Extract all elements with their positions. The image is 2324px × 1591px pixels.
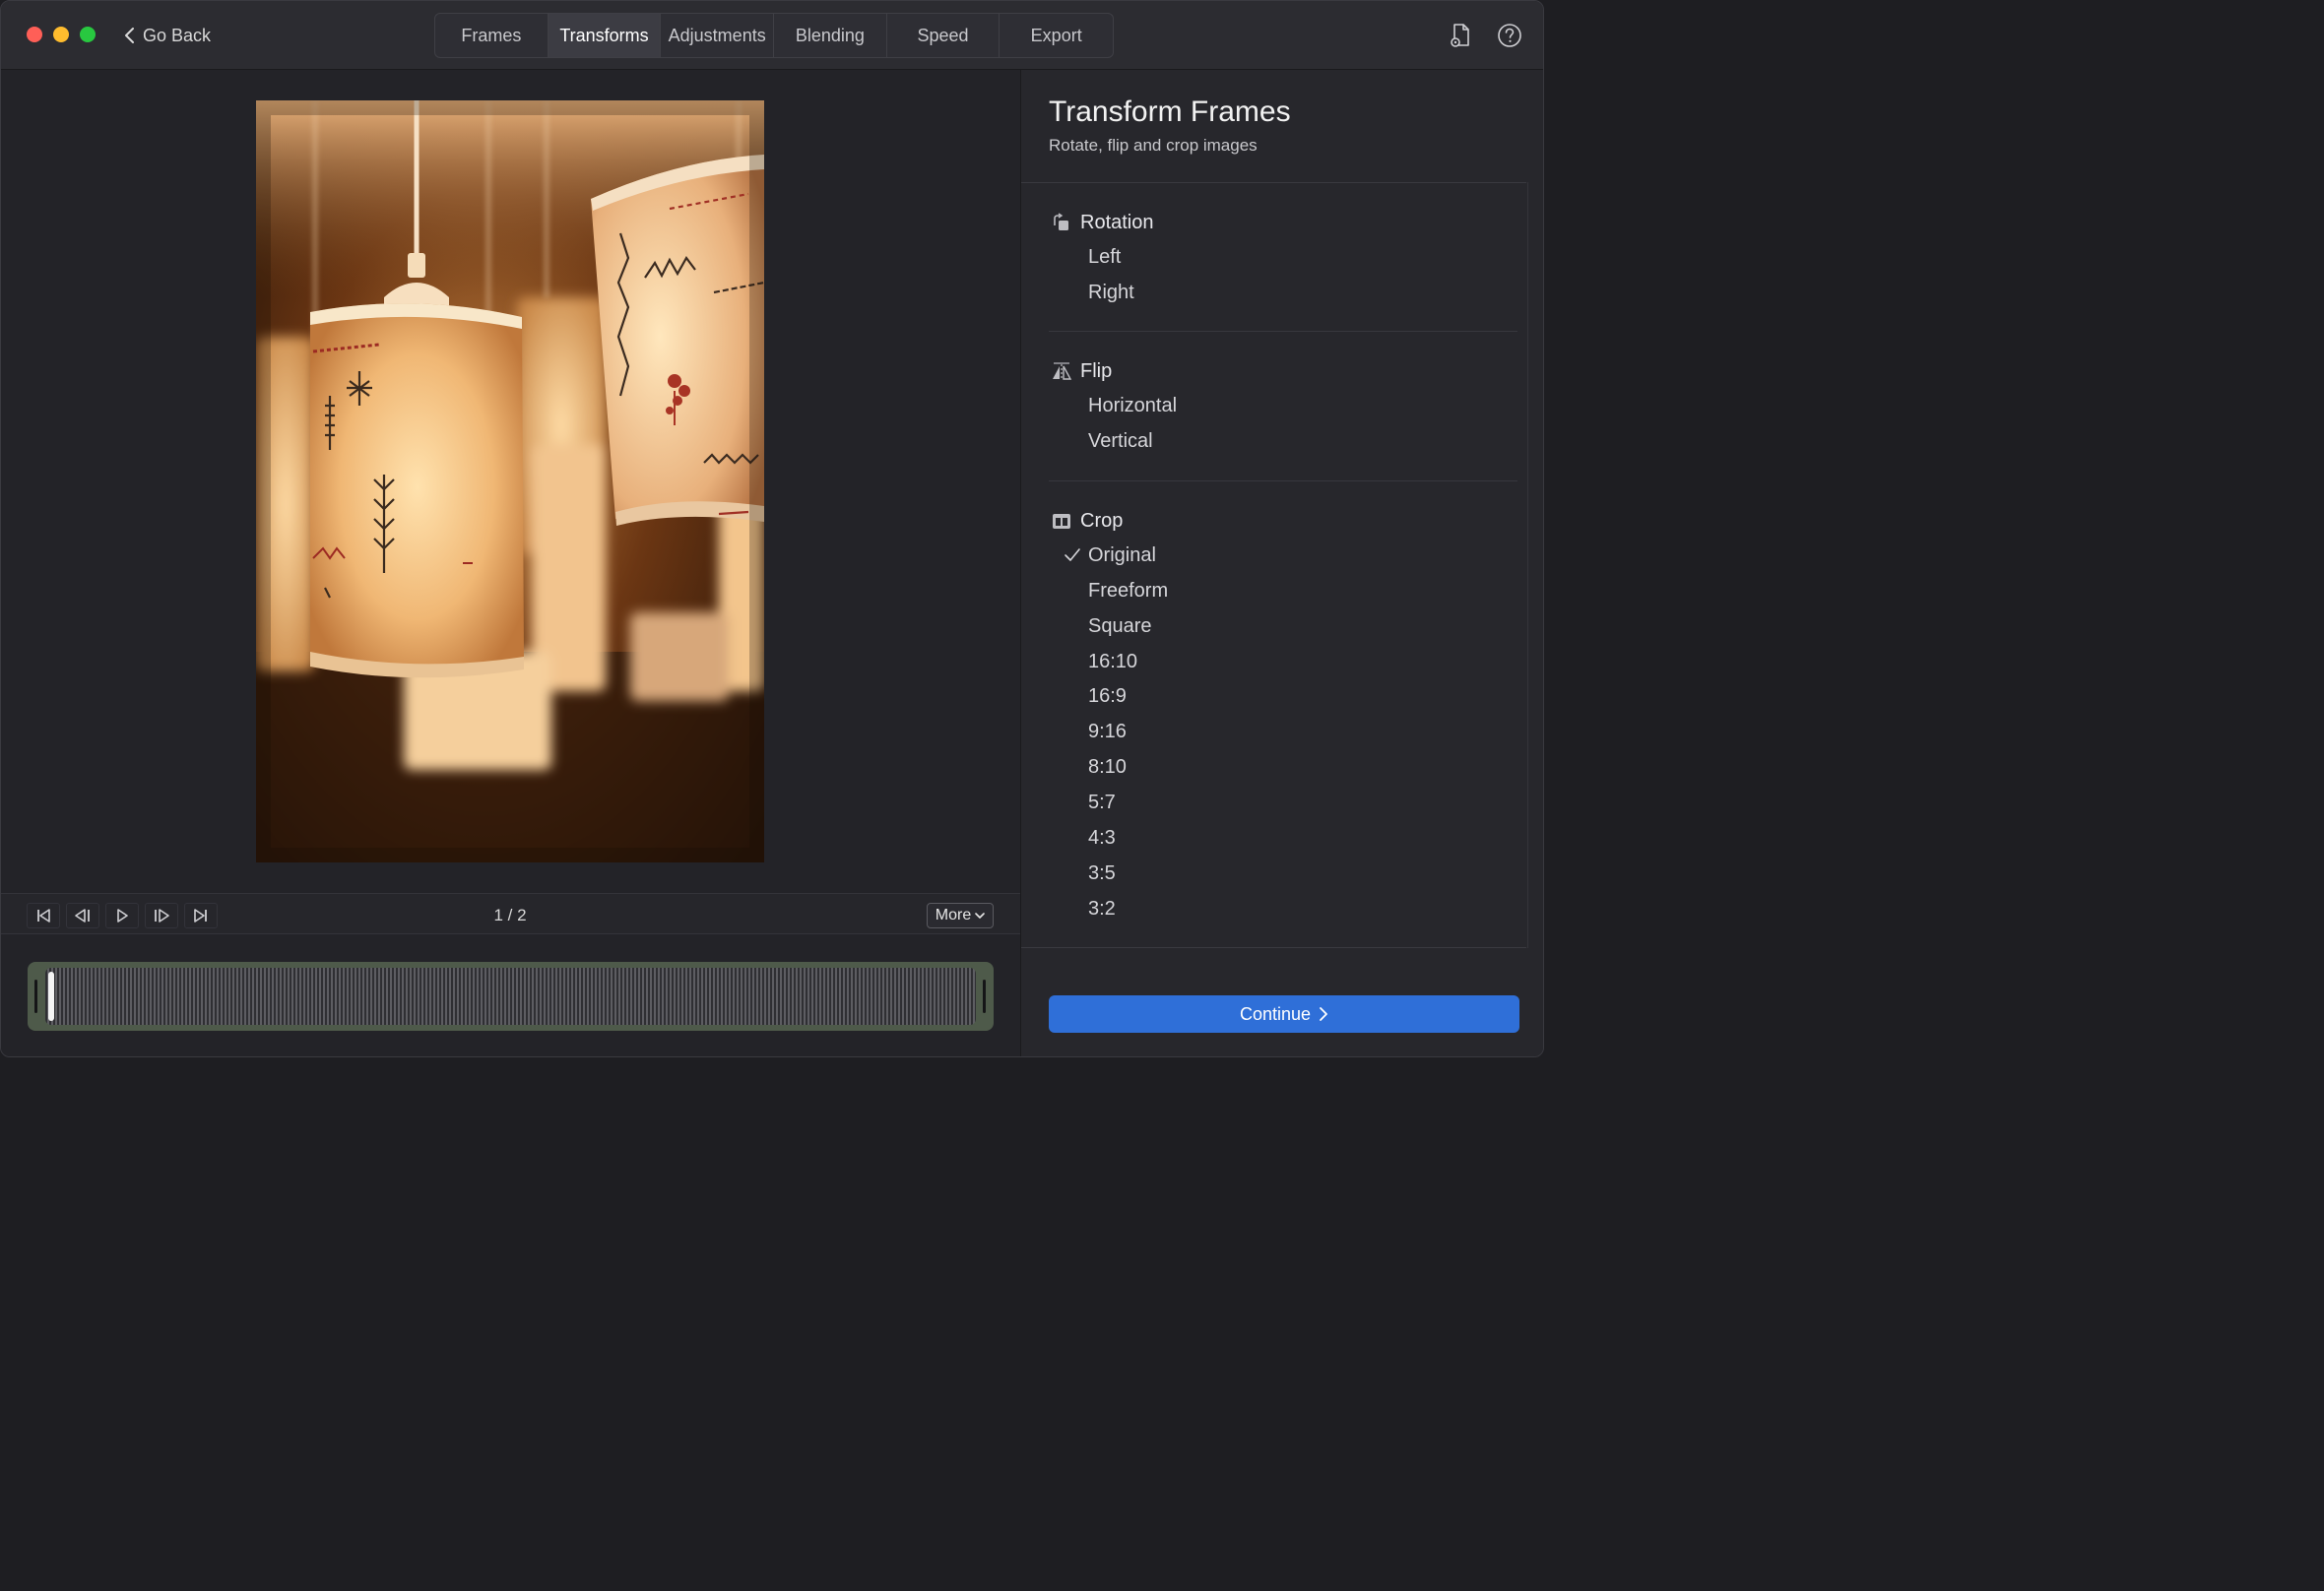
page-title: Transform Frames — [1049, 95, 1291, 128]
frame-timeline[interactable] — [28, 962, 994, 1031]
crop-9-16-option[interactable]: 9:16 — [1088, 718, 1517, 745]
timeline-end-handle[interactable] — [983, 980, 986, 1013]
crop-16-9-option[interactable]: 16:9 — [1088, 682, 1517, 710]
crop-icon — [1049, 508, 1074, 534]
flip-icon — [1049, 358, 1074, 384]
minimize-window-button[interactable] — [53, 27, 69, 42]
tab-blending[interactable]: Blending — [774, 14, 887, 57]
continue-label: Continue — [1239, 1003, 1312, 1024]
tab-bar: Frames Transforms Adjustments Blending S… — [434, 9, 1114, 62]
crop-3-2-option[interactable]: 3:2 — [1088, 895, 1517, 923]
transform-options-list: Rotation Left Right Flip Horizontal Vert… — [1021, 182, 1526, 948]
sidebar-scrollbar[interactable] — [1527, 182, 1539, 948]
timeline-playhead[interactable] — [48, 972, 54, 1021]
tab-speed[interactable]: Speed — [887, 14, 1001, 57]
close-window-button[interactable] — [27, 27, 42, 42]
playback-controls: 1 / 2 More — [1, 893, 1020, 934]
crop-16-10-option[interactable]: 16:10 — [1088, 648, 1517, 675]
preview-area — [1, 70, 1020, 893]
step-forward-icon — [155, 909, 169, 923]
play-button[interactable] — [105, 903, 139, 928]
tab-adjustments[interactable]: Adjustments — [661, 14, 775, 57]
tab-transforms[interactable]: Transforms — [548, 14, 662, 57]
crop-8-10-option[interactable]: 8:10 — [1088, 753, 1517, 781]
tab-export[interactable]: Export — [1000, 14, 1113, 57]
timeline-area — [1, 934, 1020, 1056]
step-back-icon — [75, 909, 90, 923]
chevron-left-icon — [125, 28, 134, 43]
more-dropdown-button[interactable]: More — [927, 903, 994, 928]
section-divider — [1049, 480, 1517, 481]
flip-section-header: Flip — [1049, 356, 1112, 386]
timeline-start-handle[interactable] — [34, 980, 37, 1013]
checkmark-icon — [1061, 541, 1084, 569]
crop-3-5-option[interactable]: 3:5 — [1088, 859, 1517, 887]
timeline-frames-strip — [45, 968, 976, 1025]
step-back-button[interactable] — [66, 903, 99, 928]
title-bar: Go Back Frames Transforms Adjustments Bl… — [1, 1, 1543, 70]
tab-frames[interactable]: Frames — [435, 14, 549, 57]
play-icon — [117, 909, 128, 923]
rotation-left-option[interactable]: Left — [1088, 243, 1517, 271]
transform-sidebar: Transform Frames Rotate, flip and crop i… — [1020, 70, 1543, 1056]
crop-original-option[interactable]: Original — [1088, 541, 1517, 569]
step-forward-button[interactable] — [145, 903, 178, 928]
rotation-label: Rotation — [1080, 211, 1154, 233]
crop-square-option[interactable]: Square — [1088, 612, 1517, 640]
skip-to-start-icon — [37, 909, 50, 923]
crop-4-3-option[interactable]: 4:3 — [1088, 824, 1517, 852]
flip-horizontal-option[interactable]: Horizontal — [1088, 392, 1517, 419]
document-settings-button[interactable] — [1437, 9, 1484, 62]
skip-to-end-icon — [194, 909, 207, 923]
document-settings-icon — [1451, 24, 1469, 47]
tab-segmented-control: Frames Transforms Adjustments Blending S… — [434, 13, 1114, 58]
rotation-section-header: Rotation — [1049, 208, 1154, 237]
rotation-right-option[interactable]: Right — [1088, 279, 1517, 306]
crop-section-header: Crop — [1049, 506, 1123, 536]
help-icon — [1498, 24, 1521, 47]
crop-freeform-option[interactable]: Freeform — [1088, 577, 1517, 605]
go-back-label: Go Back — [143, 25, 212, 45]
chevron-down-icon — [975, 913, 986, 919]
help-button[interactable] — [1486, 9, 1533, 62]
go-back-button[interactable]: Go Back — [115, 1, 214, 70]
more-label: More — [935, 907, 972, 923]
flip-label: Flip — [1080, 359, 1113, 382]
continue-button[interactable]: Continue — [1049, 995, 1519, 1033]
zoom-window-button[interactable] — [80, 27, 96, 42]
skip-to-start-button[interactable] — [27, 903, 60, 928]
frame-counter: 1 / 2 — [493, 906, 527, 924]
crop-5-7-option[interactable]: 5:7 — [1088, 789, 1517, 816]
section-divider — [1049, 331, 1517, 332]
frame-preview-image — [256, 100, 764, 862]
rotate-icon — [1049, 210, 1074, 235]
flip-vertical-option[interactable]: Vertical — [1088, 427, 1517, 455]
crop-label: Crop — [1080, 509, 1124, 532]
app-window: Go Back Frames Transforms Adjustments Bl… — [0, 0, 1544, 1057]
skip-to-end-button[interactable] — [184, 903, 218, 928]
page-subtitle: Rotate, flip and crop images — [1049, 136, 1258, 155]
chevron-right-icon — [1320, 1007, 1327, 1021]
